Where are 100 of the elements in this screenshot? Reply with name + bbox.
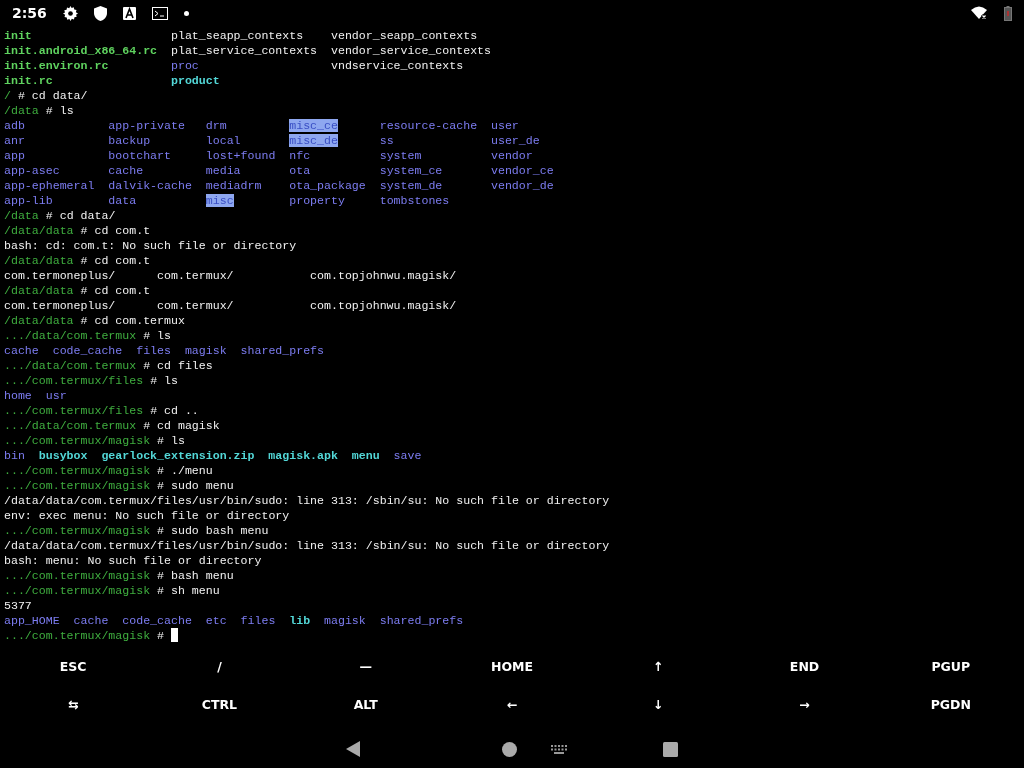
prompt-path: .../com.termux/magisk	[4, 629, 151, 642]
file-name: system_de	[379, 179, 443, 192]
command-text: # cd data/	[17, 89, 88, 102]
clock-time: 2:56	[12, 3, 47, 23]
dot-icon	[183, 10, 189, 16]
command-text: # cd files	[143, 359, 213, 372]
file-name: app	[4, 149, 25, 162]
prompt-path: /data/data	[4, 284, 74, 297]
file-name: shared_prefs	[240, 344, 325, 357]
extra-key[interactable]: ↓	[585, 686, 732, 724]
file-name: com.termoneplus/	[4, 269, 116, 282]
file-name: adb	[4, 119, 25, 132]
file-name: app-private	[108, 119, 185, 132]
keyboard-icon[interactable]	[551, 744, 567, 754]
file-name: bootchart	[108, 149, 171, 162]
file-name: init	[4, 29, 32, 42]
file-name: mediadrm	[205, 179, 262, 192]
extra-key[interactable]: ↑	[585, 648, 732, 686]
prompt-path: /	[4, 89, 11, 102]
extra-key[interactable]: END	[731, 648, 878, 686]
command-text: # ls	[45, 104, 74, 117]
prompt-path: .../com.termux/magisk	[4, 479, 151, 492]
command-text: #	[157, 629, 166, 642]
home-icon[interactable]	[502, 741, 517, 757]
file-name: files	[136, 344, 171, 357]
file-name: tombstones	[379, 194, 450, 207]
command-text: # cd com.t	[80, 284, 151, 297]
file-name: code_cache	[52, 344, 123, 357]
back-icon[interactable]	[346, 741, 360, 757]
prompt-path: .../com.termux/magisk	[4, 524, 151, 537]
prompt-path: .../data/com.termux	[4, 359, 137, 372]
file-name: vendor_de	[491, 179, 554, 192]
extra-key[interactable]: ESC	[0, 648, 147, 686]
recents-icon[interactable]	[663, 741, 678, 757]
file-name: resource-cache	[379, 119, 478, 132]
file-name: system_ce	[379, 164, 443, 177]
output-text: env: exec menu: No such file or directory	[4, 509, 290, 522]
letter-a-icon	[122, 6, 136, 20]
prompt-path: .../com.termux/magisk	[4, 569, 151, 582]
file-name: property	[289, 194, 345, 207]
prompt-path: .../com.termux/magisk	[4, 464, 151, 477]
command-text: # cd com.t	[80, 224, 151, 237]
command-text: # cd magisk	[143, 419, 220, 432]
file-name: vendor_seapp_contexts	[331, 29, 478, 42]
file-name: ota_package	[289, 179, 366, 192]
extra-key[interactable]: PGUP	[877, 648, 1024, 686]
battery-icon	[1004, 5, 1012, 21]
extra-key[interactable]: ⇆	[0, 686, 147, 724]
file-name: misc_ce	[289, 119, 338, 132]
file-name: com.topjohnwu.magisk/	[310, 299, 457, 312]
file-name: app-lib	[4, 194, 53, 207]
file-name: vendor_ce	[491, 164, 554, 177]
file-name: data	[108, 194, 137, 207]
extra-key[interactable]: PGDN	[877, 686, 1024, 724]
file-name: init.rc	[4, 74, 53, 87]
file-name: nfc	[289, 149, 311, 162]
file-name: system	[379, 149, 422, 162]
file-name: anr	[4, 134, 25, 147]
prompt-path: .../com.termux/files	[4, 404, 144, 417]
file-name: cache	[73, 614, 109, 627]
wifi-off-icon	[971, 6, 988, 20]
command-text: # ./menu	[157, 464, 213, 477]
extra-key[interactable]: ←	[438, 686, 586, 724]
file-name: backup	[108, 134, 151, 147]
prompt-path: .../com.termux/magisk	[4, 434, 151, 447]
file-name: files	[240, 614, 276, 627]
file-name: com.termux/	[157, 269, 234, 282]
file-name: cache	[108, 164, 144, 177]
file-name: init.android_x86_64.rc	[4, 44, 158, 57]
file-name: app-ephemeral	[4, 179, 95, 192]
extra-key[interactable]: —	[292, 648, 439, 686]
file-name: drm	[205, 119, 227, 132]
extra-key[interactable]: →	[731, 686, 878, 724]
extra-key[interactable]: /	[146, 648, 293, 686]
file-name: proc	[170, 59, 199, 72]
prompt-path: /data/data	[4, 254, 74, 267]
file-name: vndservice_contexts	[331, 59, 464, 72]
command-text: # sudo menu	[157, 479, 234, 492]
file-name: menu	[351, 449, 380, 462]
extra-key[interactable]: HOME	[438, 648, 586, 686]
file-name: home	[4, 389, 32, 402]
terminal-icon	[151, 6, 168, 20]
file-name: app-asec	[4, 164, 60, 177]
prompt-path: /data/data	[4, 314, 74, 327]
command-text: # cd com.termux	[80, 314, 185, 327]
command-text: # sudo bash menu	[157, 524, 269, 537]
file-name: gearlock_extension.zip	[101, 449, 255, 462]
output-text: 5377	[4, 599, 32, 612]
prompt-path: .../com.termux/files	[4, 374, 144, 387]
file-name: init.environ.rc	[4, 59, 109, 72]
file-name: lib	[289, 614, 311, 627]
extra-key[interactable]: CTRL	[146, 686, 293, 724]
file-name: magisk	[184, 344, 227, 357]
extra-key[interactable]: ALT	[292, 686, 439, 724]
file-name: com.termux/	[157, 299, 234, 312]
prompt-path: .../data/com.termux	[4, 419, 137, 432]
command-text: # ls	[157, 434, 185, 447]
file-name: com.topjohnwu.magisk/	[310, 269, 457, 282]
file-name: user	[491, 119, 519, 132]
file-name: bin	[4, 449, 25, 462]
